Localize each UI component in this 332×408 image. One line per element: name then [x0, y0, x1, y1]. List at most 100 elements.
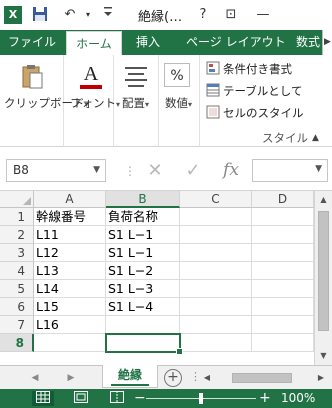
vertical-scrollbar[interactable]: ▲ ▼	[314, 191, 332, 365]
scroll-right-icon[interactable]: ▶	[314, 370, 328, 386]
row-header[interactable]: 2	[0, 226, 34, 244]
formula-bar-splitter[interactable]: ⋮	[124, 161, 136, 181]
row-header[interactable]: 4	[0, 262, 34, 280]
column-header-d[interactable]: D	[252, 191, 314, 208]
save-icon[interactable]	[30, 6, 50, 24]
cell-b4[interactable]: S1 L−2	[106, 262, 180, 280]
cell-c5[interactable]	[180, 280, 252, 298]
column-header-c[interactable]: C	[180, 191, 252, 208]
cell-a8[interactable]	[34, 334, 106, 352]
cell-c3[interactable]	[180, 244, 252, 262]
cell-b2[interactable]: S1 L−1	[106, 226, 180, 244]
worksheet-grid[interactable]: A B C D 1 幹線番号 負荷名称 2 L11 S1 L−1 3 L12 S…	[0, 191, 314, 355]
cell-a7[interactable]: L16	[34, 316, 106, 334]
cell-b6[interactable]: S1 L−4	[106, 298, 180, 316]
cell-b7[interactable]	[106, 316, 180, 334]
column-header-b[interactable]: B	[106, 191, 180, 208]
cancel-icon[interactable]: ✕	[142, 160, 168, 182]
number-button[interactable]: 数値▾	[165, 95, 192, 111]
page-break-preview-icon[interactable]	[106, 391, 128, 406]
cell-d1[interactable]	[252, 208, 314, 226]
excel-icon[interactable]: X	[4, 6, 22, 24]
row-header[interactable]: 8	[0, 334, 34, 352]
cell-d4[interactable]	[252, 262, 314, 280]
vertical-scroll-thumb[interactable]	[318, 211, 329, 331]
enter-icon[interactable]: ✓	[180, 160, 206, 182]
scroll-left-icon[interactable]: ◀	[200, 370, 214, 386]
normal-view-icon[interactable]	[32, 391, 54, 406]
font-button[interactable]: フォント▾	[70, 95, 120, 111]
chevron-down-icon[interactable]: ▼	[93, 160, 100, 181]
scroll-down-icon[interactable]: ▼	[315, 347, 332, 364]
scroll-up-icon[interactable]: ▲	[315, 191, 332, 208]
sheet-prev-icon[interactable]: ◀	[26, 369, 44, 387]
select-all-button[interactable]	[0, 191, 34, 208]
cell-d2[interactable]	[252, 226, 314, 244]
name-box[interactable]: B8 ▼	[6, 159, 106, 182]
horizontal-scroll-thumb[interactable]	[232, 373, 292, 383]
insert-function-icon[interactable]: fx	[218, 157, 244, 183]
cell-c8[interactable]	[180, 334, 252, 352]
help-button[interactable]: ?	[192, 5, 214, 25]
row-header[interactable]: 6	[0, 298, 34, 316]
format-as-table-button[interactable]: テーブルとして	[206, 83, 302, 103]
cell-d5[interactable]	[252, 280, 314, 298]
cell-styles-icon	[206, 105, 220, 119]
alignment-button[interactable]: 配置▾	[122, 95, 149, 111]
paste-icon[interactable]	[20, 63, 50, 91]
row-header[interactable]: 1	[0, 208, 34, 226]
zoom-out-button[interactable]: −	[134, 389, 146, 407]
cell-a2[interactable]: L11	[34, 226, 106, 244]
tab-home[interactable]: ホーム	[66, 31, 122, 55]
cell-d8[interactable]	[252, 334, 314, 352]
quick-access-customize-icon[interactable]	[98, 6, 118, 24]
font-icon[interactable]: A	[76, 63, 106, 91]
cell-c1[interactable]	[180, 208, 252, 226]
cell-d6[interactable]	[252, 298, 314, 316]
zoom-level[interactable]: 100%	[281, 389, 315, 408]
cell-b3[interactable]: S1 L−1	[106, 244, 180, 262]
alignment-icon[interactable]	[122, 63, 152, 91]
tab-formulas[interactable]: 数式	[296, 30, 320, 55]
cell-c2[interactable]	[180, 226, 252, 244]
undo-icon[interactable]: ↶	[60, 6, 80, 24]
conditional-formatting-icon	[206, 61, 220, 75]
column-header-a[interactable]: A	[34, 191, 106, 208]
row-header[interactable]: 3	[0, 244, 34, 262]
cell-d3[interactable]	[252, 244, 314, 262]
conditional-formatting-button[interactable]: 条件付き書式	[206, 61, 292, 81]
cell-b1[interactable]: 負荷名称	[106, 208, 180, 226]
sheet-tab[interactable]: 絶縁	[102, 365, 158, 388]
expand-formula-bar-icon[interactable]: ▼	[315, 164, 322, 174]
cell-c4[interactable]	[180, 262, 252, 280]
tab-file[interactable]: ファイル	[8, 30, 56, 55]
cell-c7[interactable]	[180, 316, 252, 334]
cell-a3[interactable]: L12	[34, 244, 106, 262]
add-sheet-icon[interactable]: +	[164, 369, 182, 387]
ribbon-display-options-button[interactable]: ⊡	[220, 5, 242, 25]
zoom-slider-thumb[interactable]	[199, 393, 203, 404]
cell-a5[interactable]: L14	[34, 280, 106, 298]
cell-a6[interactable]: L15	[34, 298, 106, 316]
horizontal-scrollbar[interactable]: ◀ ▶	[200, 370, 330, 386]
cell-d7[interactable]	[252, 316, 314, 334]
formula-input[interactable]: ▼	[252, 159, 328, 182]
number-format-icon: %	[164, 63, 190, 87]
row-header[interactable]: 5	[0, 280, 34, 298]
cell-styles-button[interactable]: セルのスタイル	[206, 105, 304, 125]
tab-insert[interactable]: 挿入	[136, 30, 160, 55]
undo-dropdown-icon[interactable]: ▾	[78, 6, 98, 24]
cell-a4[interactable]: L13	[34, 262, 106, 280]
row-header[interactable]: 7	[0, 316, 34, 334]
page-layout-view-icon[interactable]	[70, 391, 92, 406]
cell-a1[interactable]: 幹線番号	[34, 208, 106, 226]
zoom-in-button[interactable]: +	[259, 389, 271, 407]
tab-scroll-right-icon[interactable]: ▶	[322, 30, 332, 55]
cell-c6[interactable]	[180, 298, 252, 316]
percent-icon[interactable]: %	[164, 63, 194, 91]
sheet-next-icon[interactable]: ▶	[62, 369, 80, 387]
collapse-ribbon-icon[interactable]: ▲	[312, 133, 319, 143]
minimize-button[interactable]: —	[252, 5, 274, 25]
tab-page-layout[interactable]: ページ レイアウト	[186, 30, 286, 55]
cell-b5[interactable]: S1 L−3	[106, 280, 180, 298]
